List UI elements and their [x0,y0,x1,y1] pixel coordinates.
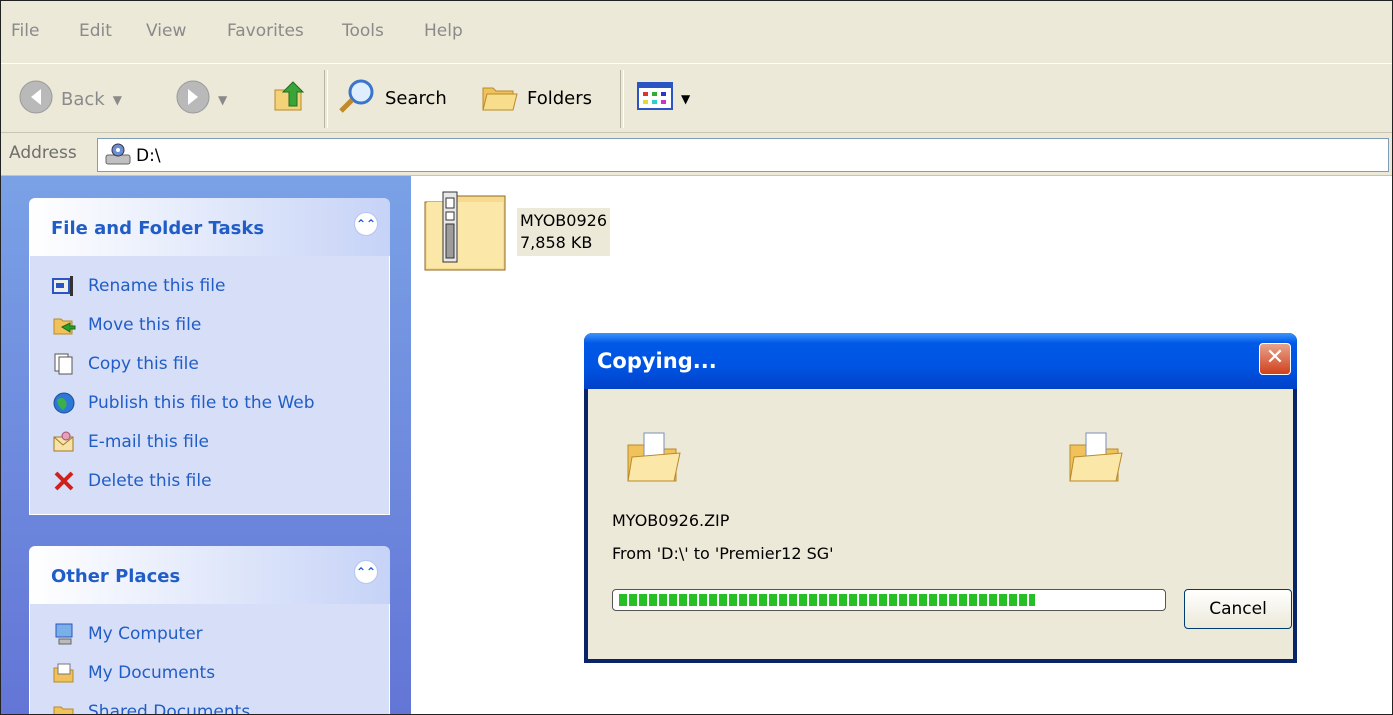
documents-icon [52,661,76,685]
task-rename[interactable]: Rename this file [30,266,389,305]
destination-folder-icon [1066,429,1126,492]
folder-icon [52,700,76,714]
task-label: E-mail this file [88,431,210,452]
folders-button[interactable]: Folders [479,78,592,119]
computer-icon [52,622,76,646]
address-label: Address [9,143,77,163]
menu-view[interactable]: View [146,21,186,41]
toolbar-separator [620,70,624,128]
views-icon [637,82,673,115]
file-size: 7,858 KB [520,233,593,252]
dialog-body: MYOB0926.ZIP From 'D:\' to 'Premier12 SG… [588,389,1293,659]
place-label: Shared Documents [88,701,251,715]
collapse-chevron-icon[interactable]: ⌃⌃ [354,212,378,236]
file-caption: MYOB0926 7,858 KB [517,208,610,256]
place-shared-documents[interactable]: Shared Documents [30,692,389,715]
panel-title: Other Places [51,566,181,587]
place-my-computer[interactable]: My Computer [30,614,389,653]
place-my-documents[interactable]: My Documents [30,653,389,692]
back-arrow-icon [19,80,53,119]
menu-file[interactable]: File [11,21,39,41]
search-label: Search [385,88,447,109]
task-publish-web[interactable]: Publish this file to the Web [30,383,389,422]
rename-icon [52,274,76,298]
delete-icon [52,469,76,493]
explorer-window: File Edit View Favorites Tools Help Back… [0,0,1393,715]
task-copy[interactable]: Copy this file [30,344,389,383]
collapse-chevron-icon[interactable]: ⌃⌃ [354,560,378,584]
task-pane: File and Folder Tasks ⌃⌃ Rename this fil… [1,176,411,715]
place-label: My Documents [88,662,216,683]
forward-dropdown-icon[interactable]: ▼ [218,93,227,107]
file-item[interactable]: MYOB0926 7,858 KB [423,188,610,277]
file-folder-tasks-header[interactable]: File and Folder Tasks ⌃⌃ [29,198,390,256]
menu-help[interactable]: Help [424,21,463,41]
place-label: My Computer [88,623,203,644]
task-label: Publish this file to the Web [88,392,315,413]
toolbar: Back ▼ ▼ Search Folders ▼ [1,63,1392,133]
move-icon [52,313,76,337]
source-folder-icon [624,429,684,492]
up-folder-icon [273,78,309,119]
dialog-titlebar[interactable]: Copying... ✕ [584,333,1297,389]
views-button[interactable]: ▼ [637,82,690,115]
back-button[interactable]: Back ▼ [19,80,122,119]
task-label: Rename this file [88,275,226,296]
back-dropdown-icon[interactable]: ▼ [113,93,122,107]
copy-progress-fill [619,594,1035,606]
panel-title: File and Folder Tasks [51,218,265,239]
other-places-panel: Other Places ⌃⌃ My Computer My Documents… [29,546,390,715]
up-folder-button[interactable] [273,78,309,119]
copy-progress-bar [612,589,1166,611]
toolbar-separator [324,70,328,128]
dialog-title: Copying... [597,349,717,373]
task-label: Delete this file [88,470,212,491]
copying-filename: MYOB0926.ZIP [612,511,730,530]
task-email[interactable]: E-mail this file [30,422,389,461]
close-button[interactable]: ✕ [1259,343,1291,375]
zip-folder-icon [423,188,507,277]
task-move[interactable]: Move this file [30,305,389,344]
back-label: Back [61,89,105,110]
forward-arrow-icon [176,80,210,119]
email-icon [52,430,76,454]
address-input[interactable]: D:\ [97,138,1389,172]
menu-edit[interactable]: Edit [79,21,112,41]
menu-tools[interactable]: Tools [342,21,384,41]
address-bar: Address D:\ [1,133,1392,176]
copy-icon [52,352,76,376]
folders-label: Folders [527,88,593,109]
file-folder-tasks-panel: File and Folder Tasks ⌃⌃ Rename this fil… [29,198,390,515]
file-name: MYOB0926 [520,211,607,230]
menu-favorites[interactable]: Favorites [227,21,304,41]
cancel-button[interactable]: Cancel [1184,589,1292,629]
task-label: Copy this file [88,353,199,374]
address-value: D:\ [136,146,161,166]
globe-icon [52,391,76,415]
views-dropdown-icon[interactable]: ▼ [681,92,690,106]
close-icon: ✕ [1265,345,1285,370]
task-delete[interactable]: Delete this file [30,461,389,500]
folders-icon [479,78,519,119]
copying-dialog: Copying... ✕ MYOB0926.ZIP From 'D:\' to … [584,333,1297,663]
copying-from-to: From 'D:\' to 'Premier12 SG' [612,544,834,563]
menu-bar: File Edit View Favorites Tools Help [1,1,1392,63]
other-places-header[interactable]: Other Places ⌃⌃ [29,546,390,604]
task-label: Move this file [88,314,202,335]
search-button[interactable]: Search [337,78,447,119]
drive-icon [104,143,132,172]
search-icon [337,78,377,119]
forward-button[interactable]: ▼ [176,80,227,119]
